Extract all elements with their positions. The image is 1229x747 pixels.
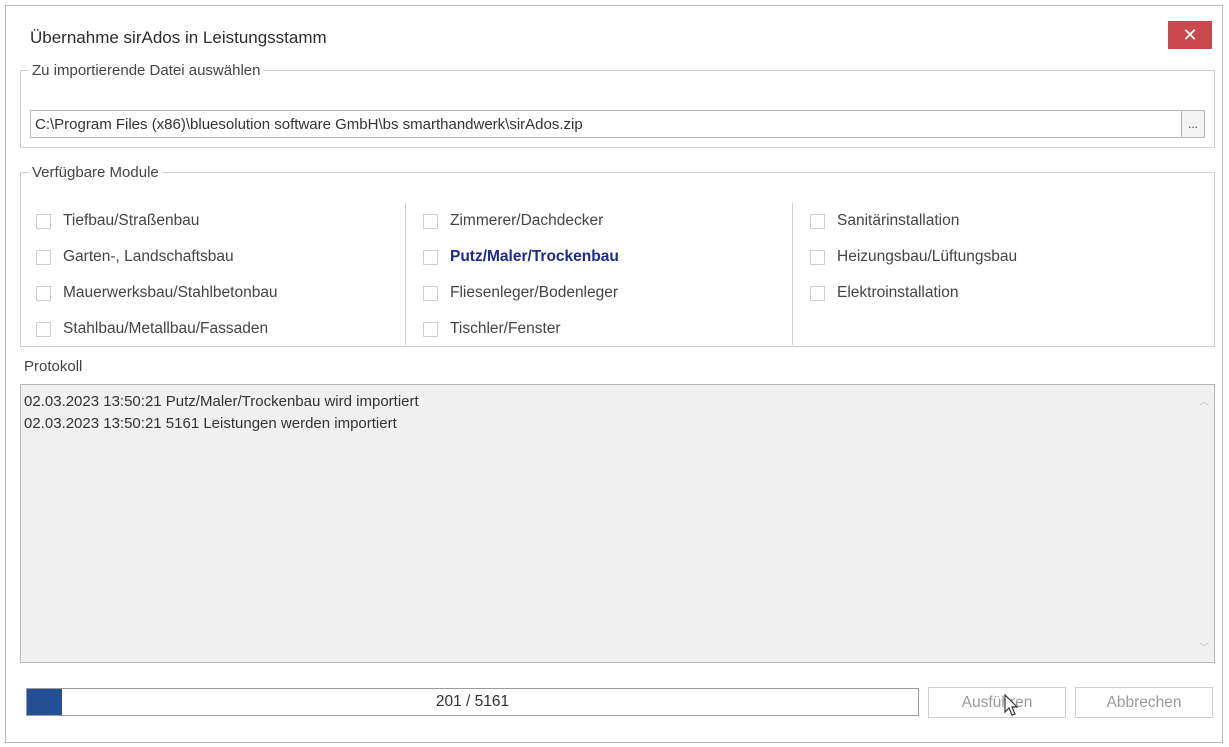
module-item[interactable]: Sanitärinstallation	[810, 203, 1017, 239]
module-label: Garten-, Landschaftsbau	[63, 248, 234, 265]
file-path-input[interactable]	[31, 111, 1181, 137]
module-checkbox[interactable]	[810, 249, 825, 265]
module-item[interactable]: Elektroinstallation	[810, 275, 1017, 311]
modules-group: Verfügbare Module Tiefbau/Straßenbau Gart…	[20, 164, 1215, 347]
module-item[interactable]: Fliesenleger/Bodenleger	[423, 275, 619, 311]
module-item[interactable]: Putz/Maler/Trockenbau	[423, 239, 619, 275]
module-label: Zimmerer/Dachdecker	[450, 212, 604, 229]
window-title: Übernahme sirAdos in Leistungsstamm	[30, 28, 327, 47]
progress-text: 201 / 5161	[435, 693, 510, 710]
column-divider	[405, 203, 406, 345]
module-checkbox[interactable]	[36, 213, 51, 229]
module-checkbox[interactable]	[423, 285, 438, 301]
mouse-cursor-icon	[1004, 694, 1019, 716]
browse-ellipsis-icon: ...	[1187, 117, 1198, 131]
protokoll-log[interactable]: 02.03.2023 13:50:21 Putz/Maler/Trockenba…	[20, 384, 1215, 663]
file-select-group: Zu importierende Datei auswählen ...	[20, 62, 1215, 148]
module-column-2: Zimmerer/Dachdecker Putz/Maler/Trockenbau…	[423, 203, 619, 347]
module-label: Stahlbau/Metallbau/Fassaden	[63, 320, 269, 337]
cancel-button[interactable]: Abbrechen	[1075, 687, 1213, 718]
scroll-down-icon[interactable]: ﹀	[1199, 639, 1209, 654]
close-button[interactable]: ✕	[1168, 21, 1212, 49]
import-progress-bar: 201 / 5161	[26, 688, 919, 716]
module-checkbox[interactable]	[810, 213, 825, 229]
module-checkbox[interactable]	[423, 213, 438, 229]
module-label: Mauerwerksbau/Stahlbetonbau	[63, 284, 278, 301]
module-label: Elektroinstallation	[837, 284, 959, 301]
log-scrollbar[interactable]: ︿ ﹀	[1194, 385, 1214, 662]
file-path-field: ...	[30, 110, 1205, 138]
module-label: Putz/Maler/Trockenbau	[450, 248, 619, 265]
log-line: 02.03.2023 13:50:21 Putz/Maler/Trockenba…	[24, 393, 419, 410]
module-item[interactable]: Heizungsbau/Lüftungsbau	[810, 239, 1017, 275]
module-checkbox[interactable]	[36, 321, 51, 337]
module-label: Sanitärinstallation	[837, 212, 960, 229]
module-checkbox[interactable]	[423, 321, 438, 337]
run-button[interactable]: Ausführen	[928, 687, 1066, 718]
module-checkbox[interactable]	[423, 249, 438, 265]
module-item[interactable]: Mauerwerksbau/Stahlbetonbau	[36, 275, 278, 311]
log-lines: 02.03.2023 13:50:21 Putz/Maler/Trockenba…	[24, 391, 419, 435]
scroll-up-icon[interactable]: ︿	[1199, 393, 1209, 408]
module-checkbox[interactable]	[810, 285, 825, 301]
module-checkbox[interactable]	[36, 285, 51, 301]
module-item[interactable]: Garten-, Landschaftsbau	[36, 239, 278, 275]
title-bar: Übernahme sirAdos in Leistungsstamm ✕	[6, 6, 1222, 56]
module-label: Fliesenleger/Bodenleger	[450, 284, 619, 301]
module-checkbox[interactable]	[36, 249, 51, 265]
module-item[interactable]: Tischler/Fenster	[423, 311, 619, 347]
module-item[interactable]: Zimmerer/Dachdecker	[423, 203, 619, 239]
column-divider	[792, 203, 793, 345]
file-select-legend: Zu importierende Datei auswählen	[32, 62, 261, 79]
log-line: 02.03.2023 13:50:21 5161 Leistungen werd…	[24, 415, 397, 432]
module-label: Tiefbau/Straßenbau	[63, 212, 200, 229]
module-column-3: Sanitärinstallation Heizungsbau/Lüftungsb…	[810, 203, 1017, 311]
module-label: Tischler/Fenster	[450, 320, 561, 337]
modules-legend: Verfügbare Module	[32, 164, 159, 181]
module-label: Heizungsbau/Lüftungsbau	[837, 248, 1018, 265]
browse-button[interactable]: ...	[1181, 111, 1204, 137]
module-item[interactable]: Stahlbau/Metallbau/Fassaden	[36, 311, 278, 347]
close-icon: ✕	[1182, 24, 1198, 45]
protokoll-label: Protokoll	[24, 358, 83, 375]
module-item[interactable]: Tiefbau/Straßenbau	[36, 203, 278, 239]
module-column-1: Tiefbau/Straßenbau Garten-, Landschaftsba…	[36, 203, 278, 347]
